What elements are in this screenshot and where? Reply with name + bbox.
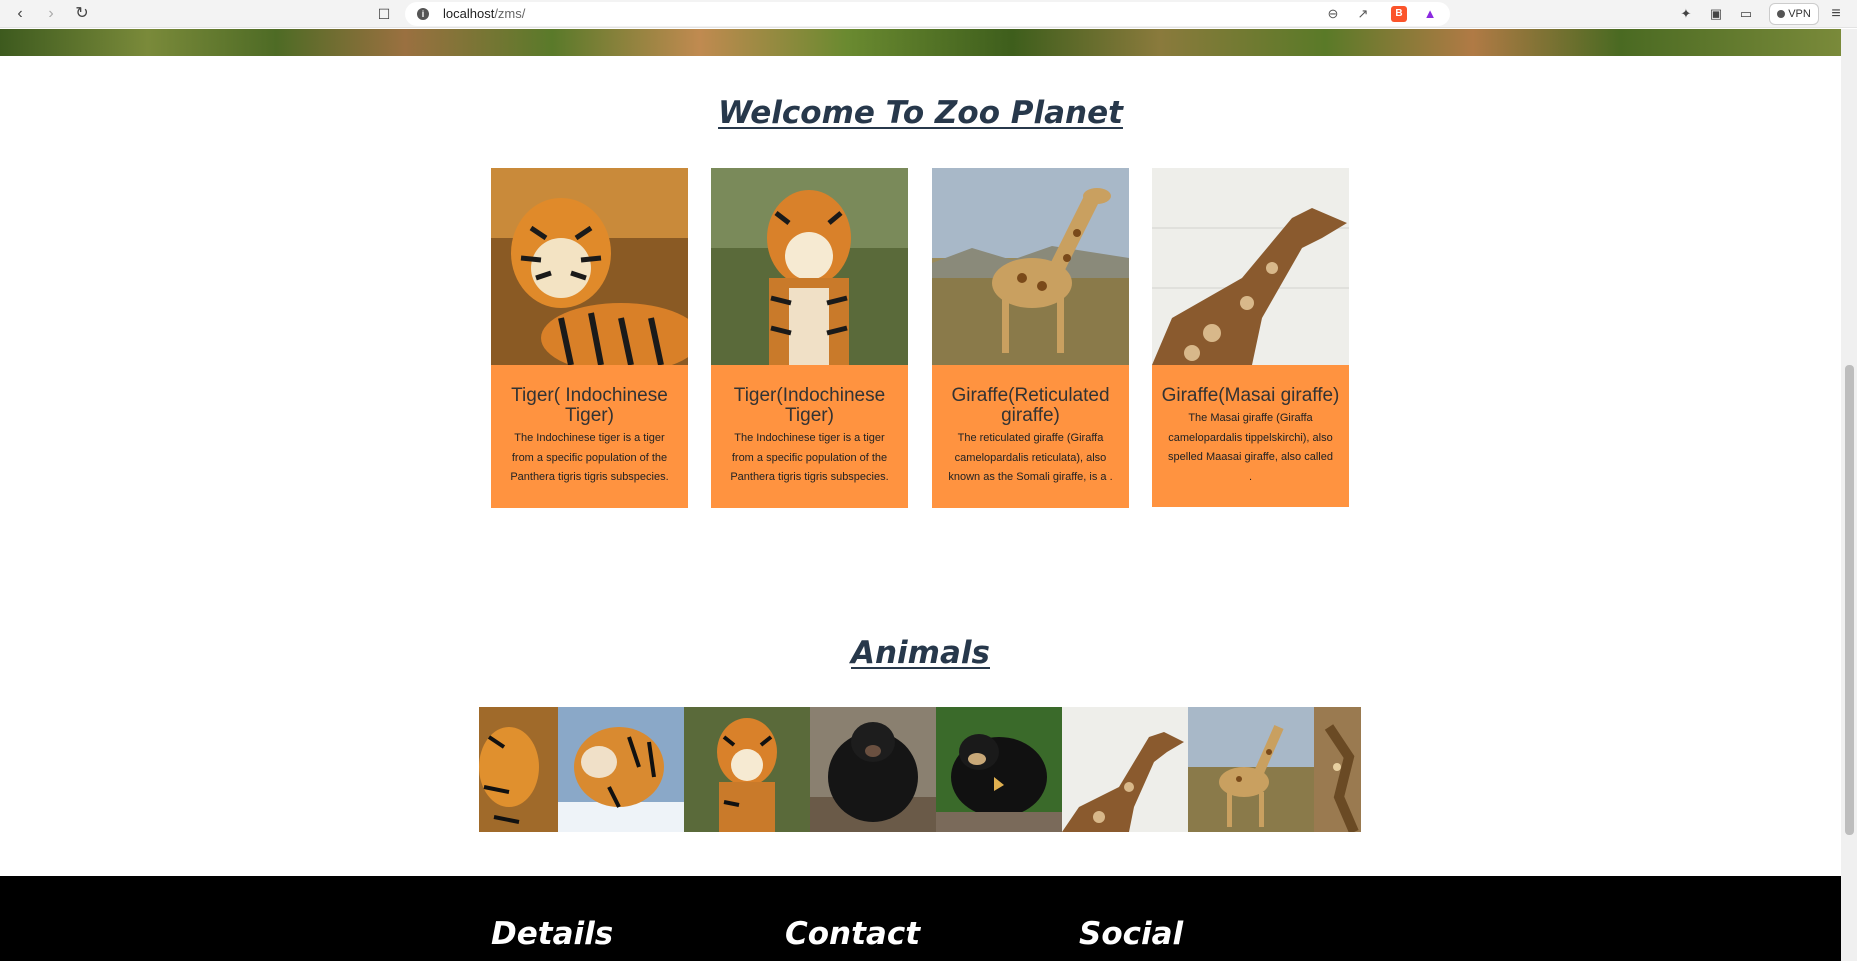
bookmark-icon[interactable]: ☐ [374,4,394,24]
gallery-giraffe-savanna [1188,707,1314,832]
gallery-black-bear [810,707,936,832]
gallery-tiger-snow [558,707,684,832]
card-title[interactable]: Tiger(Indochinese Tiger) [719,386,900,426]
page-viewport: Welcome To Zoo Planet Tiger( Indochinese… [0,29,1841,961]
back-icon[interactable]: ‹ [10,4,30,24]
zoom-icon[interactable]: ⊖ [1325,6,1341,22]
browser-toolbar: ‹ › ↻ ☐ i localhost/zms/ ⊖ ↗ B ▲ ✦ ▣ ▭ V… [0,0,1857,28]
site-footer: Details Contact Social [0,876,1841,961]
reload-icon[interactable]: ↻ [72,4,92,24]
animal-card[interactable]: Tiger(Indochinese Tiger) The Indochinese… [711,168,908,508]
card-title[interactable]: Tiger( Indochinese Tiger) [499,386,680,426]
share-icon[interactable]: ↗ [1355,6,1371,22]
brave-rewards-icon[interactable]: ▲ [1422,6,1438,22]
gallery-tiger-standing [684,707,810,832]
tiger-lying-image [491,168,688,365]
giraffe-wall-image [1152,168,1349,365]
footer-contact-heading: Contact [785,916,921,952]
site-info-icon[interactable]: i [417,8,429,20]
footer-social-heading: Social [1079,916,1184,952]
gallery-sun-bear [936,707,1062,832]
tiger-standing-image [711,168,908,365]
hero-banner-image [0,29,1841,56]
forward-icon[interactable]: › [41,4,61,24]
extensions-icon[interactable]: ✦ [1676,4,1696,24]
card-body: Tiger(Indochinese Tiger) The Indochinese… [711,365,908,508]
gallery-tiger-lying [479,707,558,832]
scrollbar-thumb[interactable] [1845,365,1854,835]
footer-details-heading: Details [491,916,614,952]
sidebar-icon[interactable]: ▣ [1706,4,1726,24]
card-body: Giraffe(Masai giraffe) The Masai giraffe… [1152,365,1349,507]
wallet-icon[interactable]: ▭ [1736,4,1756,24]
animals-heading: Animals [851,635,990,671]
gallery-giraffe-partial [1314,707,1361,832]
animal-card[interactable]: Tiger( Indochinese Tiger) The Indochines… [491,168,688,508]
card-title[interactable]: Giraffe(Reticulated giraffe) [940,386,1121,426]
animal-card[interactable]: Giraffe(Masai giraffe) The Masai giraffe… [1152,168,1349,507]
animal-card[interactable]: Giraffe(Reticulated giraffe) The reticul… [932,168,1129,508]
giraffe-savanna-image [932,168,1129,365]
gallery-images [479,707,1361,832]
card-body: Tiger( Indochinese Tiger) The Indochines… [491,365,688,508]
gallery-giraffe-wall [1062,707,1188,832]
card-description: The reticulated giraffe (Giraffa camelop… [948,432,1113,483]
page-scrollbar[interactable] [1841,29,1857,961]
card-body: Giraffe(Reticulated giraffe) The reticul… [932,365,1129,508]
card-description: The Indochinese tiger is a tiger from a … [510,432,669,483]
vpn-status-icon [1777,10,1786,18]
card-title[interactable]: Giraffe(Masai giraffe) [1160,386,1341,406]
url-text[interactable]: localhost/zms/ [443,6,525,21]
brave-shields-icon[interactable]: B [1391,6,1407,22]
animal-gallery-carousel[interactable] [479,707,1361,832]
card-description: The Masai giraffe (Giraffa camelopardali… [1168,412,1333,483]
welcome-heading: Welcome To Zoo Planet [718,95,1123,131]
address-bar[interactable]: i localhost/zms/ ⊖ ↗ B ▲ [405,2,1450,26]
vpn-button[interactable]: VPN [1769,3,1819,25]
menu-icon[interactable]: ≡ [1826,4,1846,24]
card-description: The Indochinese tiger is a tiger from a … [730,432,889,483]
